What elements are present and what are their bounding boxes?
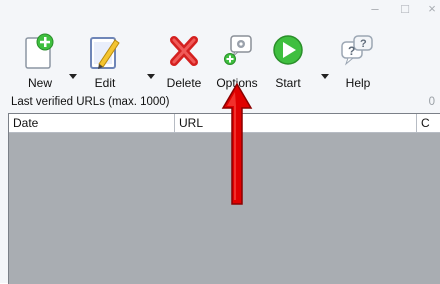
new-dropdown-arrow-icon[interactable] [69, 74, 77, 80]
start-play-icon [273, 35, 303, 65]
new-document-icon [25, 33, 54, 69]
delete-x-icon [170, 36, 198, 66]
app-window: – □ × New Edit Delete Start ? ? Help Las… [0, 0, 440, 284]
history-count: 0 [428, 96, 435, 108]
help-question-icon: ? ? [341, 35, 373, 66]
edit-dropdown-arrow-icon[interactable] [147, 74, 155, 80]
edit-pencil-icon [90, 37, 120, 69]
close-button[interactable]: × [424, 1, 440, 17]
title-bar: – □ × [0, 0, 440, 22]
toolbar: New Edit Delete Start ? ? Help [0, 22, 440, 94]
column-header-url[interactable]: URL [175, 114, 417, 132]
start-label: Start [275, 76, 301, 90]
new-label: New [27, 76, 52, 90]
column-header-date[interactable]: Date [9, 114, 175, 132]
status-line: Last verified URLs (max. 1000) 0 [0, 95, 440, 111]
edit-label: Edit [94, 76, 116, 90]
delete-button[interactable]: Delete [162, 32, 206, 90]
edit-button[interactable]: Edit [82, 32, 128, 90]
delete-label: Delete [166, 76, 202, 90]
start-dropdown-arrow-icon[interactable] [321, 74, 329, 80]
column-header-c[interactable]: C [417, 114, 440, 132]
options-gear-icon [224, 35, 252, 65]
annotation-arrow-icon [221, 82, 253, 205]
maximize-button[interactable]: □ [397, 1, 413, 17]
start-button[interactable]: Start [268, 32, 308, 90]
minimize-button[interactable]: – [367, 1, 383, 17]
svg-text:?: ? [360, 38, 367, 50]
help-button[interactable]: ? ? Help [336, 32, 380, 90]
help-label: Help [345, 76, 371, 90]
history-caption: Last verified URLs (max. 1000) [11, 96, 170, 108]
svg-text:?: ? [348, 44, 355, 58]
new-button[interactable]: New [20, 32, 60, 90]
